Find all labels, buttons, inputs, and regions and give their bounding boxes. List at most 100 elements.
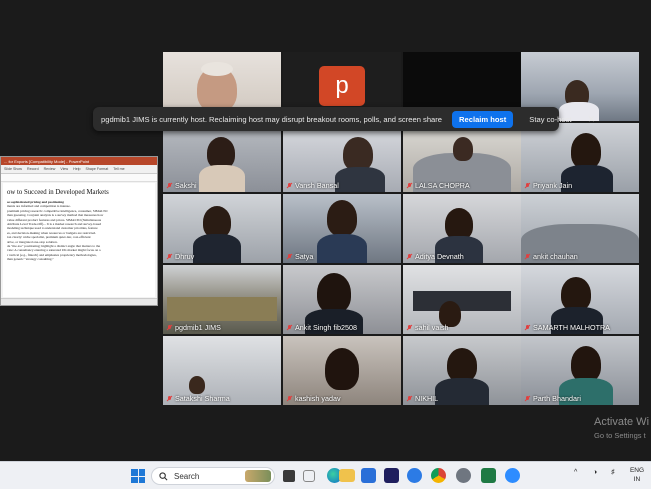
participant-name: Ankit Singh fib2508	[287, 323, 357, 332]
mic-muted-icon	[407, 182, 412, 189]
ppt-tab[interactable]: Record	[27, 167, 39, 171]
participant-name: Vansh Bansal	[287, 181, 339, 190]
participant-name-text: Priyank Jain	[533, 181, 573, 190]
participant-name: sahil vaish	[407, 323, 449, 332]
close-icon[interactable]: ✕	[588, 114, 596, 125]
ppt-tab[interactable]: Review	[44, 167, 56, 171]
participant-name: Aditya Devnath	[407, 252, 464, 261]
video-tile[interactable]: Satya	[283, 194, 401, 263]
video-tile[interactable]: pgdmib1 JIMS	[163, 265, 281, 334]
mic-muted-icon	[407, 324, 412, 331]
ppt-titlebar[interactable]: ... for Exports [Compatibility Mode] - P…	[1, 157, 157, 165]
video-tile[interactable]: SAMARTH MALHOTRA	[521, 265, 639, 334]
participant-name: Parth Bhandari	[525, 394, 581, 403]
chrome-icon[interactable]	[431, 468, 446, 483]
presenter-avatar-letter: p	[335, 72, 349, 99]
participant-name-text: kashish yadav	[295, 394, 341, 403]
reclaim-host-button[interactable]: Reclaim host	[452, 110, 514, 128]
chevron-up-icon[interactable]: ^	[574, 469, 577, 476]
mic-muted-icon	[525, 395, 530, 402]
participant-name-text: ankit chauhan	[533, 252, 578, 261]
language-indicator[interactable]: ENG IN	[628, 466, 646, 484]
participant-name: Sakshi	[167, 181, 197, 190]
video-tile[interactable]: Priyank Jain	[521, 123, 639, 192]
participant-name: ankit chauhan	[525, 252, 578, 261]
participant-name: Priyank Jain	[525, 181, 572, 190]
ppt-ribbon-commands	[1, 174, 157, 182]
video-tile[interactable]: LALSA CHOPRA	[403, 123, 521, 192]
app-icon[interactable]	[384, 468, 399, 483]
taskbar-search[interactable]: Search	[151, 467, 275, 485]
ppt-tab[interactable]: View	[60, 167, 68, 171]
screen: ... for Exports [Compatibility Mode] - P…	[0, 0, 651, 489]
video-tile[interactable]: ankit chauhan	[521, 194, 639, 263]
ppt-tab[interactable]: Slide Show	[4, 167, 22, 171]
stay-cohost-button[interactable]: Stay co-host	[523, 111, 577, 128]
mic-muted-icon	[167, 395, 172, 402]
activate-windows-title: Activate Wi	[594, 416, 650, 428]
video-tile[interactable]: sahil vaish	[403, 265, 521, 334]
video-tile[interactable]: Satakshi Sharma	[163, 336, 281, 405]
reclaim-host-notification: pgdmib1 JIMS is currently host. Reclaimi…	[93, 107, 595, 131]
volume-icon[interactable]: ♯	[611, 469, 615, 476]
widgets-icon[interactable]	[303, 470, 315, 482]
participant-name: Dhruv	[167, 252, 194, 261]
participant-name: Satakshi Sharma	[167, 394, 230, 403]
participant-name: kashish yadav	[287, 394, 341, 403]
participant-name-text: Sakshi	[175, 181, 197, 190]
mic-muted-icon	[287, 395, 292, 402]
app-icon[interactable]	[407, 468, 422, 483]
video-tile[interactable]: Aditya Devnath	[403, 194, 521, 263]
participant-name-text: Satya	[295, 252, 314, 261]
taskbar: Search ^ ◑ ♯ ENG IN	[0, 461, 651, 489]
participant-name-text: LALSA CHOPRA	[415, 181, 470, 190]
file-explorer-icon[interactable]	[339, 469, 355, 482]
ppt-window-title: ... for Exports [Compatibility Mode] - P…	[4, 158, 90, 164]
video-tile[interactable]: Ankit Singh fib2508	[283, 265, 401, 334]
participant-name-text: Dhruv	[175, 252, 195, 261]
task-view-icon[interactable]	[283, 470, 295, 482]
notification-message: pgdmib1 JIMS is currently host. Reclaimi…	[101, 114, 443, 124]
mic-muted-icon	[407, 253, 412, 260]
ppt-statusbar	[1, 298, 157, 305]
excel-icon[interactable]	[481, 468, 496, 483]
search-highlight-image	[245, 470, 271, 482]
participant-name-text: SAMARTH MALHOTRA	[533, 323, 610, 332]
ppt-tab[interactable]: Shape Format	[86, 167, 109, 171]
windows-start-icon[interactable]	[131, 469, 145, 483]
presenter-avatar: p	[319, 66, 365, 106]
video-tile[interactable]: NIKHIL	[403, 336, 521, 405]
participant-name: LALSA CHOPRA	[407, 181, 470, 190]
mic-muted-icon	[525, 253, 530, 260]
video-tile[interactable]: Sakshi	[163, 123, 281, 192]
ppt-tab[interactable]: Help	[73, 167, 80, 171]
participant-name-text: sahil vaish	[415, 323, 449, 332]
video-tile[interactable]: Dhruv	[163, 194, 281, 263]
ppt-tab[interactable]: Tell me	[113, 167, 124, 171]
search-icon	[159, 471, 168, 480]
zoom-icon[interactable]	[505, 468, 520, 483]
ppt-slide[interactable]: ow to Succeed in Developed Markets se so…	[3, 183, 155, 297]
settings-gear-icon[interactable]	[456, 468, 471, 483]
mic-muted-icon	[167, 253, 172, 260]
network-icon[interactable]: ◑	[593, 469, 597, 476]
participant-name: NIKHIL	[407, 394, 438, 403]
video-grid: p Sakshi Vansh Bansal LALSA CHOPRA Priya…	[163, 52, 651, 408]
video-tile[interactable]: kashish yadav	[283, 336, 401, 405]
video-tile[interactable]: Vansh Bansal	[283, 123, 401, 192]
video-tile[interactable]: Parth Bhandari	[521, 336, 639, 405]
language-line1: ENG	[629, 467, 645, 474]
participant-name: Satya	[287, 252, 313, 261]
participant-name-text: pgdmib1 JIMS	[175, 323, 221, 332]
mic-muted-icon	[167, 182, 172, 189]
ppt-ribbon-tabs: Slide Show Record Review View Help Shape…	[1, 165, 157, 174]
slide-heading: ow to Succeed in Developed Markets	[7, 189, 109, 196]
participant-name-text: Aditya Devnath	[415, 252, 464, 261]
powerpoint-window[interactable]: ... for Exports [Compatibility Mode] - P…	[0, 156, 158, 306]
store-icon[interactable]	[361, 468, 376, 483]
participant-name-text: Parth Bhandari	[533, 394, 581, 403]
participant-name: pgdmib1 JIMS	[167, 323, 221, 332]
participant-name-text: Satakshi Sharma	[175, 394, 230, 403]
mic-muted-icon	[287, 324, 292, 331]
language-line2: IN	[633, 476, 641, 483]
